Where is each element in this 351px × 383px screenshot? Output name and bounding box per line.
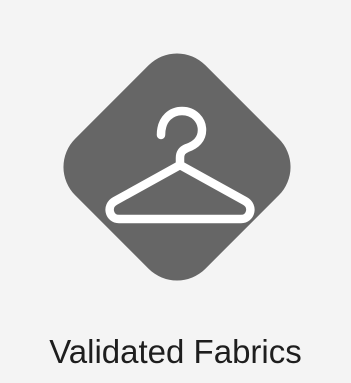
diamond-badge bbox=[48, 38, 306, 296]
hanger-badge-graphic bbox=[63, 53, 291, 281]
validated-fabrics-tile[interactable]: Validated Fabrics bbox=[0, 0, 351, 383]
tile-label: Validated Fabrics bbox=[49, 333, 302, 370]
